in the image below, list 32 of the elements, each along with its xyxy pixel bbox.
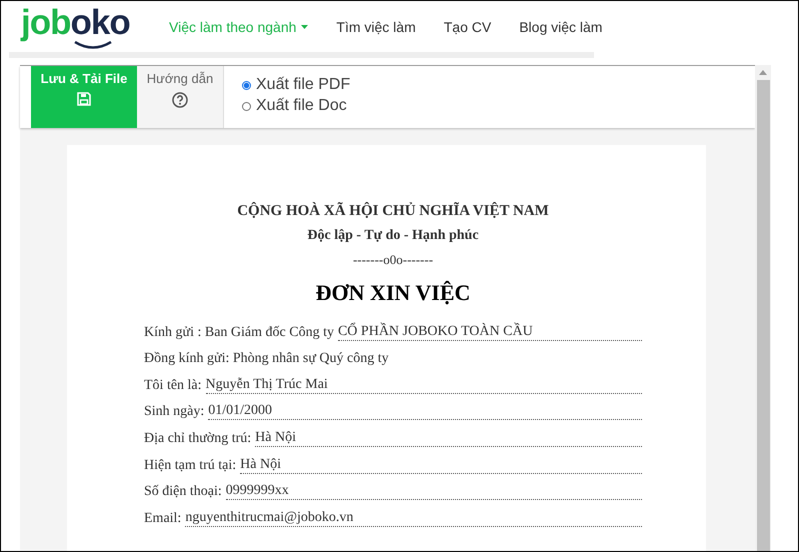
save-icon <box>77 92 91 106</box>
fill-in-line[interactable]: 01/01/2000 <box>208 403 642 420</box>
radio-button[interactable] <box>242 102 251 110</box>
logo[interactable]: joboko <box>21 3 129 50</box>
help-icon <box>172 92 188 108</box>
fill-in-line[interactable]: 0999999xx <box>226 483 642 500</box>
fill-in-line[interactable]: Hà Nội <box>255 430 642 447</box>
fill-in-line[interactable]: Nguyễn Thị Trúc Mai <box>206 376 642 394</box>
fill-in-line[interactable]: nguyenthitrucmai@joboko.vn <box>185 510 642 527</box>
guide-button[interactable]: Hướng dẫn <box>137 66 224 128</box>
field-label: Sinh ngày: <box>144 404 206 420</box>
fill-in-line[interactable]: Hà Nội <box>240 456 642 474</box>
separator-text: -------o0o------- <box>352 252 434 268</box>
fill-in-line[interactable]: CỔ PHẦN JOBOKO TOÀN CẦU <box>338 324 642 341</box>
nav-link[interactable]: Tạo CV <box>444 18 492 34</box>
field-label: Địa chỉ thường trú: <box>144 430 252 447</box>
document-text: Đồng kính gửi: Phòng nhân sự Quý công ty <box>144 351 390 368</box>
field-label: Hiện tạm trú tại: <box>144 458 238 474</box>
nav-link[interactable]: Tìm việc làm <box>336 18 416 34</box>
field-label: Số điện thoại: <box>144 484 223 500</box>
radio-button[interactable] <box>242 80 251 90</box>
scrollbar[interactable] <box>755 65 771 551</box>
scroll-up-icon[interactable] <box>759 70 767 75</box>
document-header: CỘNG HOÀ XÃ HỘI CHỦ NGHĨA VIỆT NAM <box>236 203 550 220</box>
document-motto: Độc lập - Tự do - Hạnh phúc <box>306 228 480 244</box>
field-label: Email: <box>144 510 182 527</box>
nav-link[interactable]: Blog việc làm <box>519 18 602 34</box>
export-option[interactable]: Xuất file Doc <box>242 97 350 115</box>
document-title: ĐƠN XIN VIỆC <box>314 280 472 306</box>
field-label: Kính gửi : Ban Giám đốc Công ty <box>144 324 335 341</box>
export-option[interactable]: Xuất file PDF <box>242 76 350 94</box>
field-label: Tôi tên là: <box>144 378 203 394</box>
